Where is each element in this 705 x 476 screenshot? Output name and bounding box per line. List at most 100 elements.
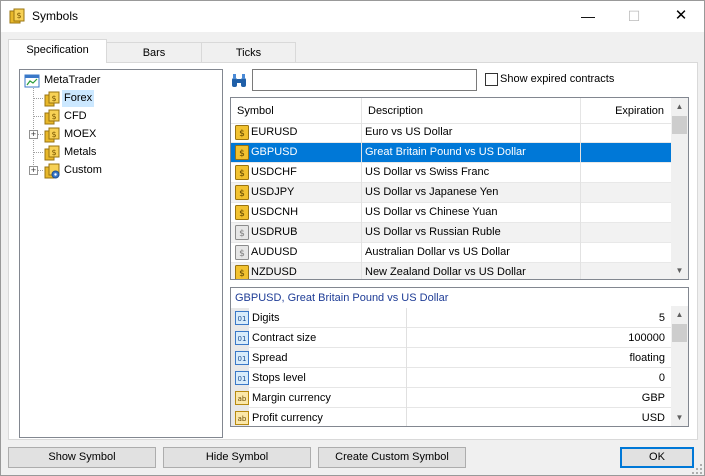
table-row[interactable]: $ USDCNH US Dollar vs Chinese Yuan: [231, 203, 671, 223]
folder-custom-icon: [44, 163, 60, 179]
hide-symbol-button[interactable]: Hide Symbol: [163, 447, 311, 468]
window-title: Symbols: [32, 9, 79, 23]
expiration-cell: [581, 183, 671, 203]
expand-custom-button[interactable]: +: [29, 166, 38, 175]
symbol-cell: GBPUSD: [231, 143, 362, 163]
column-header-description[interactable]: Description: [362, 98, 581, 124]
table-row-selected[interactable]: $ GBPUSD Great Britain Pound vs US Dolla…: [231, 143, 671, 163]
expiration-cell: [581, 123, 671, 143]
description-cell: US Dollar vs Japanese Yen: [362, 183, 581, 203]
folder-currency-icon: $: [44, 91, 60, 107]
description-cell: Euro vs US Dollar: [362, 123, 581, 143]
table-row[interactable]: $ AUDUSD Australian Dollar vs US Dollar: [231, 243, 671, 263]
description-cell: US Dollar vs Chinese Yuan: [362, 203, 581, 223]
property-row[interactable]: ab Margin currency GBP: [231, 388, 671, 408]
description-cell: US Dollar vs Russian Ruble: [362, 223, 581, 243]
tree-item-label: Custom: [64, 164, 102, 176]
title-bar[interactable]: $ Symbols — ☐ ✕: [1, 1, 704, 32]
property-value: GBP: [641, 392, 665, 404]
scroll-down-arrow-icon[interactable]: ▼: [671, 262, 688, 279]
create-custom-symbol-button[interactable]: Create Custom Symbol: [318, 447, 466, 468]
table-row[interactable]: $ USDJPY US Dollar vs Japanese Yen: [231, 183, 671, 203]
svg-text:$: $: [51, 130, 56, 139]
table-row[interactable]: $ NZDUSD New Zealand Dollar vs US Dollar: [231, 263, 671, 279]
column-header-expiration[interactable]: Expiration: [581, 98, 671, 124]
tab-ticks[interactable]: Ticks: [201, 42, 296, 63]
tab-bars[interactable]: Bars: [106, 42, 202, 63]
property-row[interactable]: 01 Stops level 0: [231, 368, 671, 388]
table-row[interactable]: $ USDRUB US Dollar vs Russian Ruble: [231, 223, 671, 243]
tree-line: [38, 134, 43, 135]
svg-text:$: $: [51, 94, 56, 103]
maximize-button[interactable]: ☐: [611, 1, 657, 32]
show-expired-label[interactable]: Show expired contracts: [500, 73, 614, 85]
property-row[interactable]: 01 Spread floating: [231, 348, 671, 368]
expiration-cell: [581, 223, 671, 243]
tree-line: [38, 170, 43, 171]
symbols-window: $ Symbols — ☐ ✕ Specification Bars Ticks…: [0, 0, 705, 476]
property-name: Contract size: [231, 328, 407, 348]
property-name: Profit currency: [231, 408, 407, 426]
expiration-cell: [581, 203, 671, 223]
description-cell: US Dollar vs Swiss Franc: [362, 163, 581, 183]
property-row[interactable]: ab Profit currency USD: [231, 408, 671, 426]
table-row[interactable]: $ USDCHF US Dollar vs Swiss Franc: [231, 163, 671, 183]
properties-scrollbar[interactable]: ▲ ▼: [671, 306, 688, 426]
close-button[interactable]: ✕: [658, 1, 704, 32]
expiration-cell: [581, 163, 671, 183]
property-value: 100000: [628, 332, 665, 344]
scroll-thumb[interactable]: [672, 116, 687, 134]
property-row[interactable]: 01 Contract size 100000: [231, 328, 671, 348]
property-row[interactable]: 01 Digits 5: [231, 308, 671, 328]
column-header-symbol[interactable]: Symbol: [231, 98, 362, 124]
scroll-up-arrow-icon[interactable]: ▲: [671, 306, 688, 323]
folder-currency-icon: $: [44, 109, 60, 125]
metatrader-icon: [24, 74, 40, 88]
property-value: floating: [629, 352, 665, 364]
description-cell: Australian Dollar vs US Dollar: [362, 243, 581, 263]
property-name: Digits: [231, 308, 407, 328]
symbol-cell: USDJPY: [231, 183, 362, 203]
expand-moex-button[interactable]: +: [29, 130, 38, 139]
folder-currency-icon: $: [44, 127, 60, 143]
folder-currency-icon: $: [44, 145, 60, 161]
property-name: Margin currency: [231, 388, 407, 408]
show-symbol-button[interactable]: Show Symbol: [8, 447, 156, 468]
property-value: 5: [658, 312, 665, 324]
expiration-cell: [581, 263, 671, 279]
ok-button[interactable]: OK: [620, 447, 694, 468]
symbol-cell: USDCNH: [231, 203, 362, 223]
scroll-up-arrow-icon[interactable]: ▲: [671, 98, 688, 115]
tab-specification[interactable]: Specification: [8, 39, 107, 63]
symbol-cell: EURUSD: [231, 123, 362, 143]
symbol-cell: USDCHF: [231, 163, 362, 183]
symbols-scrollbar[interactable]: ▲ ▼: [671, 98, 688, 279]
scroll-down-arrow-icon[interactable]: ▼: [671, 409, 688, 426]
tree-item-label: CFD: [64, 110, 87, 122]
symbols-app-icon: $: [9, 8, 25, 24]
show-expired-checkbox[interactable]: [485, 73, 498, 86]
resize-grip-icon[interactable]: [691, 463, 703, 475]
svg-text:$: $: [51, 148, 56, 157]
symbol-cell: USDRUB: [231, 223, 362, 243]
symbol-cell: NZDUSD: [231, 263, 362, 279]
symbol-groups-tree[interactable]: MetaTrader $ Forex $ CFD + $ MOEX $ Meta…: [19, 69, 223, 438]
property-name: Stops level: [231, 368, 407, 388]
minimize-button[interactable]: —: [565, 1, 611, 32]
table-row[interactable]: $ EURUSD Euro vs US Dollar: [231, 123, 671, 143]
svg-text:$: $: [51, 112, 56, 121]
description-cell: New Zealand Dollar vs US Dollar: [362, 263, 581, 279]
tree-line: [33, 116, 43, 117]
tree-item-label: Metals: [64, 146, 97, 158]
tree-item-label: Forex: [62, 90, 95, 107]
tree-item-label: MetaTrader: [44, 74, 101, 86]
symbols-table[interactable]: Symbol Description Expiration $ EURUSD E…: [230, 97, 689, 280]
symbol-cell: AUDUSD: [231, 243, 362, 263]
property-name: Spread: [231, 348, 407, 368]
symbol-properties-panel[interactable]: GBPUSD, Great Britain Pound vs US Dollar…: [230, 287, 689, 427]
search-input[interactable]: [252, 69, 477, 91]
expiration-cell: [581, 143, 671, 163]
scroll-thumb[interactable]: [672, 324, 687, 342]
tree-line: [33, 152, 43, 153]
binoculars-search-icon[interactable]: [231, 72, 247, 88]
